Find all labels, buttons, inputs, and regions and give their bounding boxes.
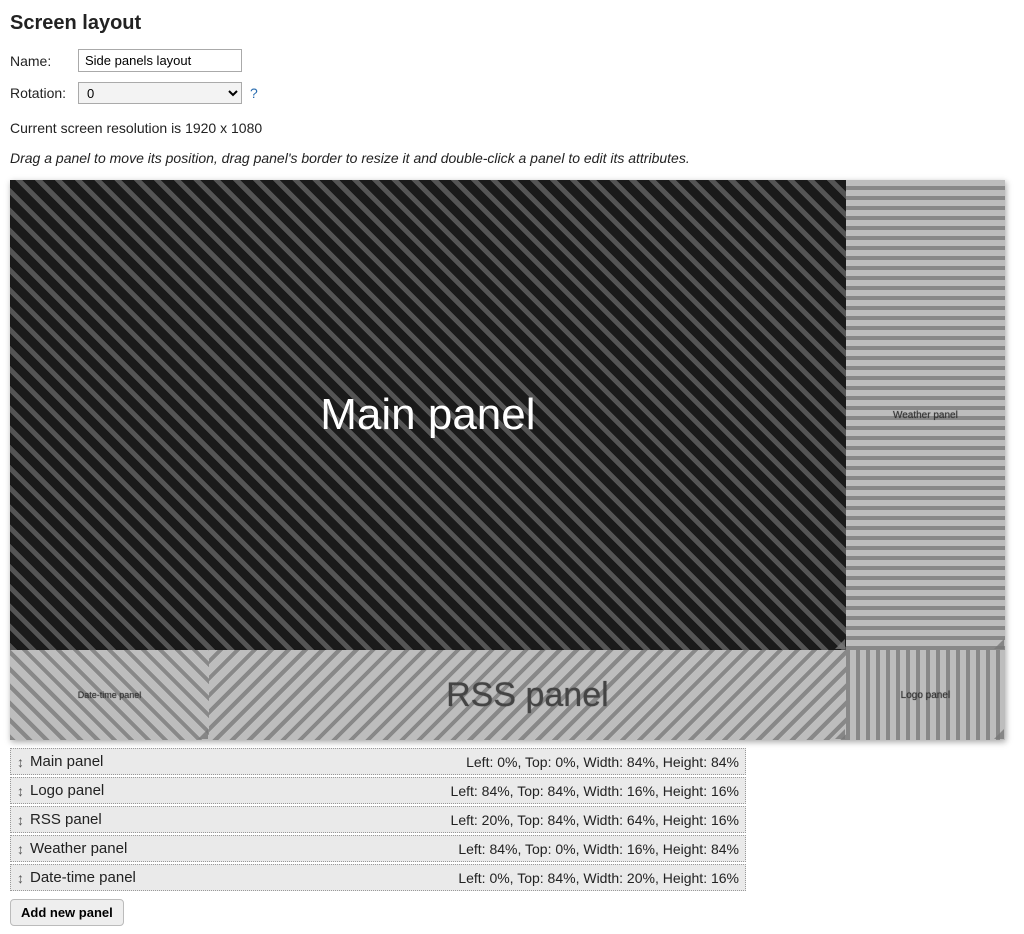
drag-handle-icon[interactable]: ↕ [17,870,24,886]
list-item[interactable]: ↕ Main panel Left: 0%, Top: 0%, Width: 8… [10,748,746,775]
panel-list-name: Logo panel [30,782,104,799]
drag-handle-icon[interactable]: ↕ [17,754,24,770]
rotation-select[interactable]: 0 [78,82,242,104]
rotation-row: Rotation: 0 ? [10,82,1014,104]
resize-handle-icon[interactable] [994,729,1004,739]
panel-list-name: RSS panel [30,811,102,828]
resize-handle-icon[interactable] [198,729,208,739]
drag-handle-icon[interactable]: ↕ [17,812,24,828]
resize-handle-icon[interactable] [835,729,845,739]
resize-handle-icon[interactable] [994,639,1004,649]
panel-weather-label: Weather panel [893,410,958,421]
panel-list: ↕ Main panel Left: 0%, Top: 0%, Width: 8… [10,748,746,891]
panel-datetime-label: Date-time panel [78,690,142,700]
name-row: Name: [10,49,1014,72]
panel-weather[interactable]: Weather panel [846,180,1005,650]
rotation-label: Rotation: [10,85,78,101]
page-title: Screen layout [10,12,1014,35]
list-item[interactable]: ↕ Logo panel Left: 84%, Top: 84%, Width:… [10,777,746,804]
name-label: Name: [10,53,78,69]
layout-canvas[interactable]: Main panel Weather panel Date-time panel… [10,180,1005,740]
drag-handle-icon[interactable]: ↕ [17,783,24,799]
add-panel-button[interactable]: Add new panel [10,899,124,926]
panel-list-name: Main panel [30,753,103,770]
panel-datetime[interactable]: Date-time panel [10,650,209,740]
panel-list-coords: Left: 20%, Top: 84%, Width: 64%, Height:… [451,812,739,828]
panel-list-coords: Left: 84%, Top: 84%, Width: 16%, Height:… [451,783,739,799]
list-item[interactable]: ↕ RSS panel Left: 20%, Top: 84%, Width: … [10,806,746,833]
panel-logo[interactable]: Logo panel [846,650,1005,740]
drag-handle-icon[interactable]: ↕ [17,841,24,857]
panel-list-coords: Left: 84%, Top: 0%, Width: 16%, Height: … [458,841,739,857]
panel-main[interactable]: Main panel [10,180,846,650]
panel-main-label: Main panel [320,390,535,440]
panel-list-name: Date-time panel [30,869,136,886]
panel-list-coords: Left: 0%, Top: 0%, Width: 84%, Height: 8… [466,754,739,770]
list-item[interactable]: ↕ Date-time panel Left: 0%, Top: 84%, Wi… [10,864,746,891]
panel-list-coords: Left: 0%, Top: 84%, Width: 20%, Height: … [458,870,739,886]
panel-rss-label: RSS panel [446,676,609,715]
panel-list-name: Weather panel [30,840,127,857]
list-item[interactable]: ↕ Weather panel Left: 84%, Top: 0%, Widt… [10,835,746,862]
panel-rss[interactable]: RSS panel [209,650,846,740]
name-input[interactable] [78,49,242,72]
resize-handle-icon[interactable] [835,639,845,649]
panel-logo-label: Logo panel [901,690,951,701]
hint-text: Drag a panel to move its position, drag … [10,150,1014,166]
help-icon[interactable]: ? [250,85,258,101]
resolution-text: Current screen resolution is 1920 x 1080 [10,120,1014,136]
